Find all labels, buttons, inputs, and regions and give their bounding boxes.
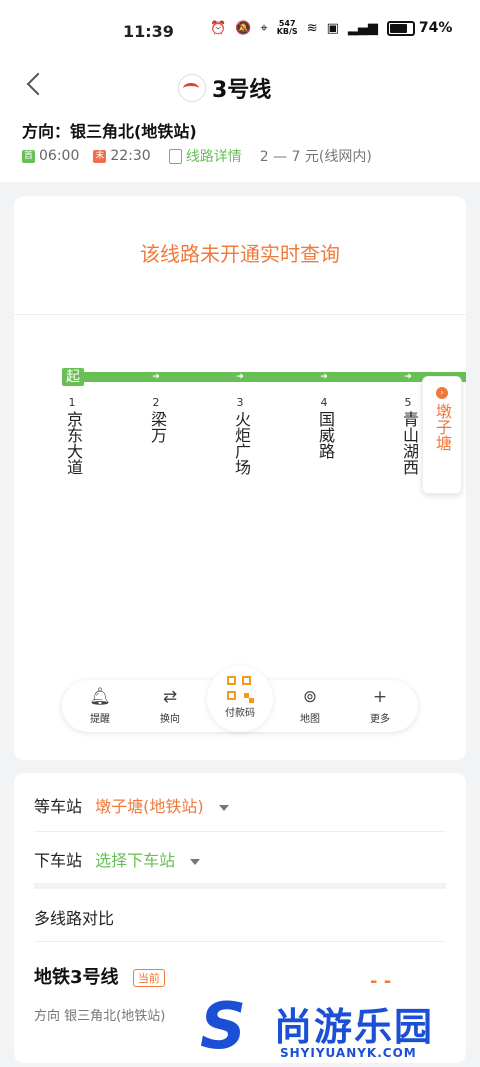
current-station[interactable]: › 墩子塘 xyxy=(422,376,462,494)
direction-arrow-icon: ➜ xyxy=(320,372,328,382)
page-title: 3号线 xyxy=(178,72,271,104)
mute-icon: 🔕 xyxy=(235,20,252,36)
remind-button[interactable]: 🔔︎ 提醒 xyxy=(70,686,130,725)
wait-station-value: 墩子塘(地铁站) xyxy=(95,797,204,816)
section-divider xyxy=(34,883,446,889)
chevron-down-icon xyxy=(190,858,201,865)
line-direction: 方向 银三角北(地铁站) xyxy=(34,1009,166,1024)
direction-arrow-icon: ➜ xyxy=(404,372,412,382)
direction-arrow-icon: ➜ xyxy=(236,372,244,382)
metro-logo-icon xyxy=(178,74,206,102)
first-train-icon: 首 xyxy=(22,149,35,163)
bell-icon: 🔔︎ xyxy=(89,687,111,707)
signal-icon: ▂▄▆ xyxy=(347,20,378,36)
divider xyxy=(34,941,446,942)
fare-text: 2 — 7 元(线网内) xyxy=(259,149,372,165)
line-meta: 首 06:00 末 22:30 线路详情 2 — 7 元(线网内) xyxy=(22,146,372,166)
location-icon: ⌖ xyxy=(260,20,268,36)
battery-icon xyxy=(386,20,415,36)
chevron-down-icon xyxy=(218,804,229,811)
watermark-logo-icon: S xyxy=(200,990,247,1064)
status-time: 11:39 xyxy=(123,22,174,41)
realtime-notice: 该线路未开通实时查询 xyxy=(140,242,340,266)
status-icons: ⏰ 🔕 ⌖ 547 KB/S ≋ ▣ ▂▄▆ 74% xyxy=(210,19,452,37)
switch-direction-button[interactable]: ⇄ 换向 xyxy=(140,686,200,725)
arrival-placeholder: - - xyxy=(370,971,392,992)
station-3[interactable]: 3 火炬广场 xyxy=(229,396,251,475)
compare-lines-row[interactable]: 多线路对比 xyxy=(34,905,446,929)
off-station-value: 选择下车站 xyxy=(95,851,176,870)
wifi-icon: ≋ xyxy=(306,20,318,36)
direction-arrow-icon: ➜ xyxy=(152,372,160,382)
map-pin-icon: ⊚ xyxy=(302,687,318,707)
network-speed: 547 KB/S xyxy=(276,19,298,36)
station-1[interactable]: 1 京东大道 xyxy=(61,396,83,475)
plus-icon: + xyxy=(372,687,388,707)
last-train-time: 22:30 xyxy=(110,148,151,164)
wait-station-row[interactable]: 等车站 墩子塘(地铁站) xyxy=(34,793,446,817)
last-train-icon: 末 xyxy=(93,149,107,163)
first-train-time: 06:00 xyxy=(39,148,80,164)
status-bar: 11:39 ⏰ 🔕 ⌖ 547 KB/S ≋ ▣ ▂▄▆ 74% xyxy=(0,0,480,62)
station-2[interactable]: 2 梁万 xyxy=(145,396,167,443)
start-marker: 起 xyxy=(62,368,84,386)
location-pin-icon: › xyxy=(436,387,448,399)
title-text: 3号线 xyxy=(212,78,272,103)
detail-icon xyxy=(168,148,182,164)
site-watermark: S 尚游乐园 SHYIYUANYK.COM xyxy=(200,990,435,1064)
line-header: 3号线 方向：银三角北(地铁站) 首 06:00 末 22:30 线路详情 2 … xyxy=(0,62,480,182)
action-toolbar: 🔔︎ 提醒 ⇄ 换向 付款码 ⊚ 地图 + 更多 xyxy=(62,666,418,732)
qr-code-icon xyxy=(227,676,254,703)
divider xyxy=(34,831,446,832)
station-5[interactable]: 5 青山湖西 xyxy=(397,396,419,475)
hd-icon: ▣ xyxy=(326,20,339,36)
alarm-icon: ⏰ xyxy=(210,20,227,36)
back-button[interactable] xyxy=(24,70,48,100)
battery: 74% xyxy=(386,20,452,36)
direction-text: 方向：银三角北(地铁站) xyxy=(22,122,197,141)
more-button[interactable]: + 更多 xyxy=(350,686,410,725)
route-card: 该线路未开通实时查询 ➜ ➜ ➜ ➜ 起 1 京东大道 2 梁万 3 火炬广场 … xyxy=(14,196,466,760)
line-item[interactable]: 地铁3号线 当前 xyxy=(34,963,165,989)
map-button[interactable]: ⊚ 地图 xyxy=(280,686,340,725)
line-detail-link[interactable]: 线路详情 xyxy=(186,146,242,166)
pay-code-button[interactable]: 付款码 xyxy=(207,666,273,732)
divider xyxy=(14,314,466,315)
current-tag: 当前 xyxy=(132,969,165,987)
off-station-row[interactable]: 下车站 选择下车站 xyxy=(34,847,446,871)
swap-icon: ⇄ xyxy=(162,687,178,707)
station-4[interactable]: 4 国威路 xyxy=(313,396,335,459)
